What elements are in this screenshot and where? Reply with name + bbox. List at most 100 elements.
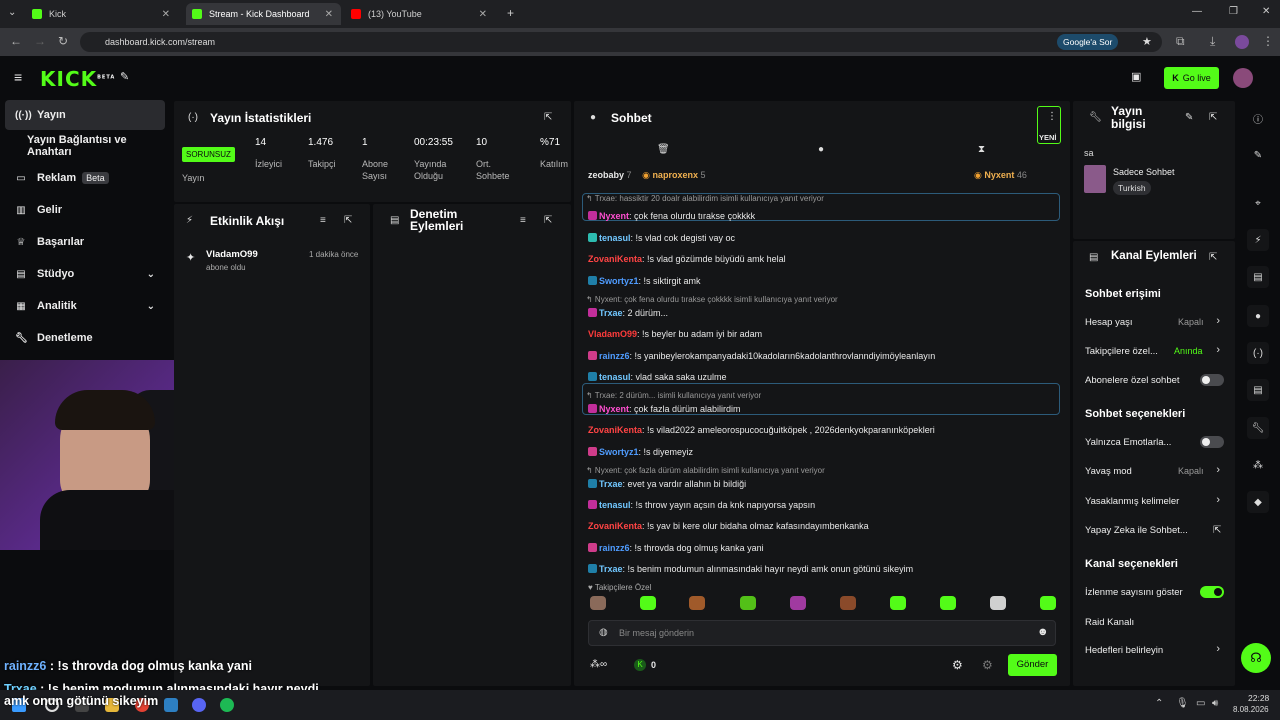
emoji-icon[interactable]: ☻	[1037, 626, 1049, 638]
emote-icon[interactable]	[689, 596, 705, 610]
emote-icon[interactable]	[590, 596, 606, 610]
clock-time[interactable]: 22:28	[1248, 693, 1269, 703]
chat-message[interactable]: rainzz6: !s yanibeylerokampanyadaki10kad…	[588, 351, 935, 361]
trash-icon[interactable]: 🗑︎	[657, 144, 670, 155]
close-icon[interactable]: ✕	[325, 9, 333, 20]
emote-icon[interactable]	[990, 596, 1006, 610]
close-window-icon[interactable]: ✕	[1262, 6, 1270, 17]
chat-username[interactable]: rainzz6	[599, 351, 630, 361]
user-avatar[interactable]	[1233, 68, 1253, 88]
raid-channel-setting[interactable]: Raid Kanalı	[1085, 617, 1225, 628]
chat-message[interactable]: tenasul: !s vlad cok degisti vay oc	[588, 233, 735, 243]
chat-username[interactable]: rainzz6	[599, 543, 630, 553]
forward-icon[interactable]: →	[34, 34, 46, 48]
studio-icon[interactable]: ▣	[1131, 70, 1141, 83]
top-user[interactable]: Nyxent	[984, 170, 1014, 180]
download-icon[interactable]: ⤓	[1210, 34, 1215, 49]
chevron-right-icon[interactable]: ›	[1216, 643, 1220, 655]
chevron-right-icon[interactable]: ›	[1216, 464, 1220, 476]
kick-logo[interactable]: KICKBETA	[40, 67, 115, 91]
account-age-label[interactable]: Hesap yaşı	[1085, 317, 1225, 328]
chat-message[interactable]: Trxae: 2 dürüm...	[588, 308, 668, 318]
chat-username[interactable]: ZovaniKenta	[588, 254, 642, 264]
menu-dots-icon[interactable]: ⋮	[1262, 34, 1274, 48]
microphone-icon[interactable]: 🎙︎	[1176, 698, 1189, 709]
slow-mode-setting[interactable]: Yavaş mod	[1085, 466, 1225, 477]
chat-message[interactable]: Nyxent: çok fazla dürüm alabilirdim	[588, 404, 741, 414]
chat-message[interactable]: VladamO99: !s beyler bu adam iyi bir ada…	[588, 329, 762, 339]
chat-message[interactable]: Trxae: !s benim modumun alınmasındaki ha…	[588, 564, 913, 574]
volume-icon[interactable]: 🔊︎	[1212, 698, 1218, 709]
sidebar-item-studyo[interactable]: ▤ Stüdyo ⌄	[5, 259, 165, 289]
chat-username[interactable]: ZovaniKenta	[588, 521, 642, 531]
emote-icon[interactable]	[1040, 596, 1056, 610]
show-viewcount-toggle[interactable]	[1200, 586, 1224, 598]
ai-chat-setting[interactable]: Yapay Zeka ile Sohbet...	[1085, 525, 1225, 536]
chat-username[interactable]: Trxae	[599, 564, 623, 574]
info-icon[interactable]: ⓘ	[1247, 107, 1269, 129]
edit-pencil-icon[interactable]: ✎	[1185, 112, 1193, 123]
go-live-button[interactable]: K Go live	[1164, 67, 1219, 89]
chat-message[interactable]: tenasul: vlad saka saka uzulme	[588, 372, 727, 382]
hamburger-menu-icon[interactable]: ≡	[14, 69, 22, 85]
sidebar-item-yayin[interactable]: ((·)) Yayın	[5, 100, 165, 130]
chat-message[interactable]: Swortyz1: !s diyemeyiz	[588, 447, 693, 457]
emote-icon[interactable]	[740, 596, 756, 610]
emote-icon[interactable]	[940, 596, 956, 610]
external-link-icon[interactable]: ⇱	[1213, 525, 1221, 536]
chat-message[interactable]: rainzz6: !s throvda dog olmuş kanka yani	[588, 543, 764, 553]
followers-only-setting[interactable]: Takipçilere özel...	[1085, 346, 1225, 357]
sidebar-item-basarilar[interactable]: ♕ Başarılar	[5, 227, 165, 257]
chat-message[interactable]: Swortyz1: !s siktirgit amk	[588, 276, 701, 286]
bookmark-star-icon[interactable]: ★	[1142, 32, 1152, 52]
chat-message[interactable]: Trxae: evet ya vardır allahın bi bildiği	[588, 479, 746, 489]
extensions-icon[interactable]: ⧉	[1176, 34, 1185, 49]
sidebar-item-gelir[interactable]: ▥ Gelir	[5, 195, 165, 225]
chat-username[interactable]: Nyxent	[599, 211, 629, 221]
spotify-icon[interactable]	[220, 698, 234, 712]
popout-icon[interactable]: ⇱	[1209, 112, 1217, 123]
chat-message[interactable]: tenasul: !s throw yayın açsın da knk nap…	[588, 500, 815, 510]
chevron-right-icon[interactable]: ›	[1216, 494, 1220, 506]
new-tab-icon[interactable]: +	[507, 6, 514, 20]
broadcast-icon[interactable]: (·)	[1247, 342, 1269, 364]
chat-message[interactable]: ZovaniKenta: !s yav bi kere olur bidaha …	[588, 521, 869, 531]
sidebar-item-reklam[interactable]: ▭ Reklam Beta	[5, 163, 165, 193]
emote-only-toggle[interactable]	[1200, 436, 1224, 448]
chat-message[interactable]: Nyxent: çok fena olurdu tırakse çokkkk	[588, 211, 755, 221]
send-button[interactable]: Gönder	[1008, 654, 1057, 676]
banned-words-setting[interactable]: Yasaklanmış kelimeler	[1085, 496, 1225, 507]
popout-icon[interactable]: ⇱	[1209, 252, 1217, 263]
channel-points-icon[interactable]: ⁂∞	[590, 659, 607, 670]
chat-username[interactable]: Trxae	[599, 479, 623, 489]
chat-icon[interactable]: ●	[1247, 305, 1269, 327]
tab-youtube[interactable]: (13) YouTube ✕	[345, 3, 495, 25]
help-support-icon[interactable]: ☊	[1241, 643, 1271, 673]
tray-chevron-icon[interactable]: ⌃	[1155, 698, 1163, 709]
chat-username[interactable]: tenasul	[599, 233, 631, 243]
chat-username[interactable]: Swortyz1	[599, 447, 639, 457]
chat-input[interactable]: ◍ Bir mesaj gönderin ☻	[588, 620, 1056, 646]
chat-username[interactable]: tenasul	[599, 372, 631, 382]
chevron-right-icon[interactable]: ›	[1216, 315, 1220, 327]
sidebar-item-denetleme[interactable]: 🔧︎ Denetleme	[5, 323, 165, 353]
filter-icon[interactable]: ≡	[320, 215, 326, 226]
url-bar[interactable]: dashboard.kick.com/stream Google'a Sor ★	[80, 32, 1162, 52]
popout-icon[interactable]: ⇱	[544, 215, 552, 226]
app-icon[interactable]	[164, 698, 178, 712]
google-ask-button[interactable]: Google'a Sor	[1057, 34, 1119, 50]
emote-icon[interactable]	[640, 596, 656, 610]
settings-gear-icon[interactable]: ⚙	[952, 658, 963, 672]
chevron-right-icon[interactable]: ›	[1216, 344, 1220, 356]
subscribers-only-toggle[interactable]	[1200, 374, 1224, 386]
channel-icon[interactable]: ▤	[1247, 379, 1269, 401]
popout-icon[interactable]: ⇱	[344, 215, 352, 226]
popout-icon[interactable]: ⇱	[544, 112, 552, 123]
chat-username[interactable]: ZovaniKenta	[588, 425, 642, 435]
chat-menu-button[interactable]: ⋮ YENİ	[1037, 106, 1061, 144]
points-icon[interactable]: ⁂	[1247, 454, 1269, 476]
chat-username[interactable]: VladamO99	[588, 329, 637, 339]
focus-icon[interactable]: ⌖	[1247, 192, 1269, 214]
tab-kick-dashboard[interactable]: Stream - Kick Dashboard ✕	[186, 3, 341, 25]
monitor-icon[interactable]: ▭	[1196, 698, 1205, 709]
